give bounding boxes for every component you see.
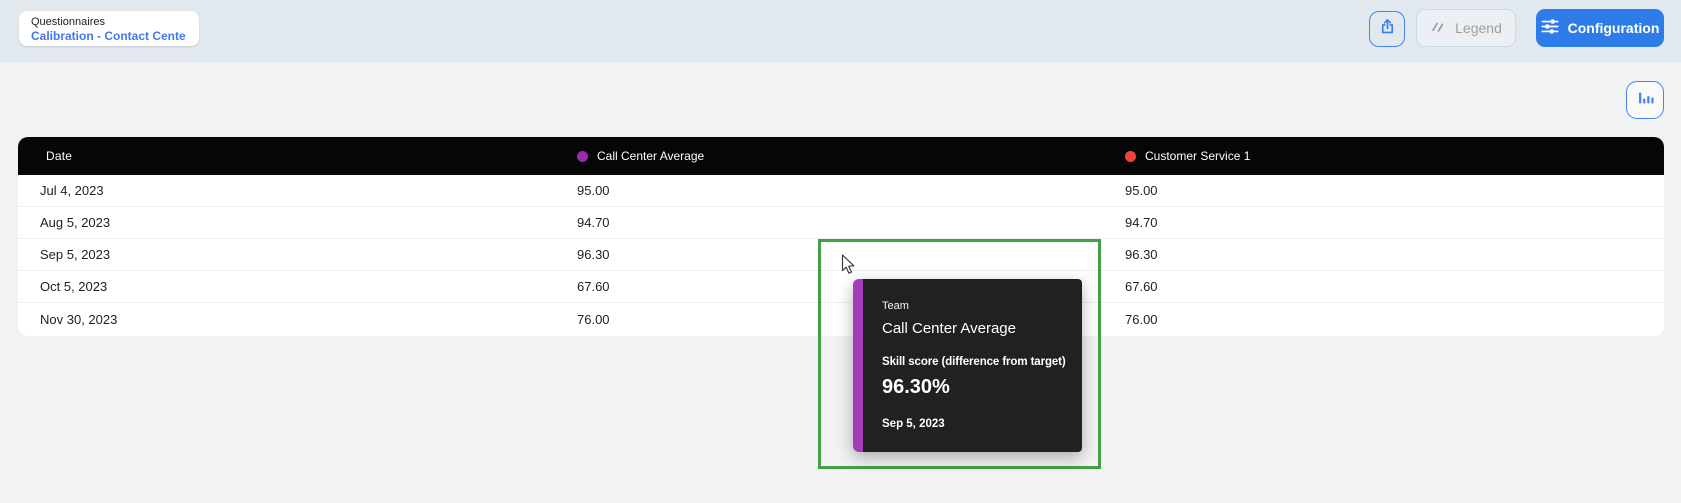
table-row[interactable]: Oct 5, 2023 67.60 67.60 xyxy=(18,271,1664,303)
cell-customer-service-1: 67.60 xyxy=(1125,279,1664,294)
cell-date: Jul 4, 2023 xyxy=(18,183,577,198)
cell-customer-service-1: 76.00 xyxy=(1125,312,1664,327)
tooltip-accent-bar xyxy=(853,279,863,452)
legend-button[interactable]: Legend xyxy=(1416,9,1516,47)
tooltip-date: Sep 5, 2023 xyxy=(882,417,1066,431)
tooltip-team-name: Call Center Average xyxy=(882,320,1066,338)
cell-date: Nov 30, 2023 xyxy=(18,312,577,327)
table-row[interactable]: Aug 5, 2023 94.70 94.70 xyxy=(18,207,1664,239)
upload-icon xyxy=(1378,17,1397,41)
export-button[interactable] xyxy=(1369,11,1405,47)
bar-chart-icon xyxy=(1635,88,1655,113)
breadcrumb-current-link[interactable]: Calibration - Contact Cente… xyxy=(31,29,187,43)
tooltip-body: Team Call Center Average Skill score (di… xyxy=(863,279,1082,452)
cell-customer-service-1: 95.00 xyxy=(1125,183,1664,198)
scores-table: Date Call Center Average Customer Servic… xyxy=(18,137,1664,336)
column-header-call-center-average: Call Center Average xyxy=(577,149,1125,163)
breadcrumb: Questionnaires Calibration - Contact Cen… xyxy=(19,11,199,46)
series-dot-customer-service-1 xyxy=(1125,151,1136,162)
column-header-customer-service-1: Customer Service 1 xyxy=(1125,149,1664,163)
table-header-row: Date Call Center Average Customer Servic… xyxy=(18,137,1664,175)
table-row[interactable]: Jul 4, 2023 95.00 95.00 xyxy=(18,175,1664,207)
chart-view-button[interactable] xyxy=(1626,81,1664,119)
table-row[interactable]: Sep 5, 2023 96.30 96.30 xyxy=(18,239,1664,271)
cell-date: Sep 5, 2023 xyxy=(18,247,577,262)
column-header-customer-service-1-label: Customer Service 1 xyxy=(1145,149,1250,163)
tooltip-team-label: Team xyxy=(882,300,1066,313)
slashes-icon xyxy=(1430,19,1446,38)
tooltip-metric-label: Skill score (difference from target) xyxy=(882,355,1066,369)
data-point-tooltip: Team Call Center Average Skill score (di… xyxy=(853,279,1082,452)
configuration-button[interactable]: Configuration xyxy=(1536,9,1664,47)
cell-call-center-average: 95.00 xyxy=(577,183,1125,198)
cell-call-center-average: 96.30 xyxy=(577,247,1125,262)
tooltip-metric-value: 96.30% xyxy=(882,375,1066,399)
legend-button-label: Legend xyxy=(1455,20,1502,36)
cell-customer-service-1: 94.70 xyxy=(1125,215,1664,230)
top-bar-actions: Legend Configuration xyxy=(1369,9,1664,47)
series-dot-call-center-average xyxy=(577,151,588,162)
cell-date: Oct 5, 2023 xyxy=(18,279,577,294)
configuration-button-label: Configuration xyxy=(1568,20,1660,36)
cell-call-center-average: 94.70 xyxy=(577,215,1125,230)
breadcrumb-section: Questionnaires xyxy=(31,15,187,29)
cell-customer-service-1: 96.30 xyxy=(1125,247,1664,262)
top-bar: Questionnaires Calibration - Contact Cen… xyxy=(0,0,1681,62)
tune-icon xyxy=(1541,19,1559,37)
cell-date: Aug 5, 2023 xyxy=(18,215,577,230)
column-header-date: Date xyxy=(18,149,577,163)
column-header-call-center-average-label: Call Center Average xyxy=(597,149,704,163)
table-row[interactable]: Nov 30, 2023 76.00 76.00 xyxy=(18,303,1664,336)
